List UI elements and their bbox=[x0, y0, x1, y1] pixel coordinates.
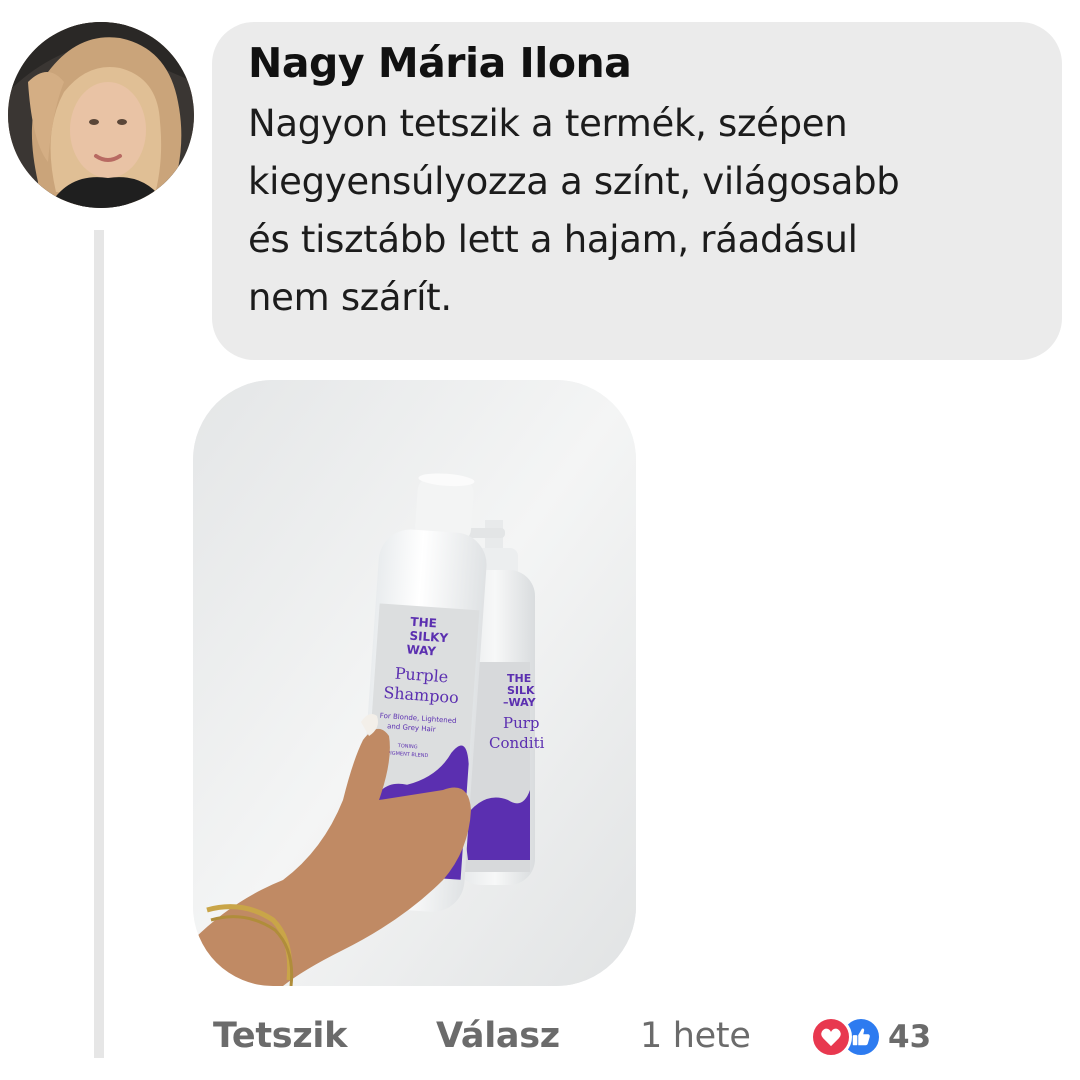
comment-bubble: Nagy Mária Ilona Nagyon tetszik a termék… bbox=[212, 22, 1062, 360]
avatar-photo bbox=[8, 22, 194, 208]
svg-text:WAY: WAY bbox=[406, 642, 437, 658]
comment-line: és tisztább lett a hajam, ráadásul bbox=[248, 218, 858, 262]
svg-text:Conditi: Conditi bbox=[489, 734, 545, 752]
svg-text:Purp: Purp bbox=[503, 714, 540, 732]
shampoo-name: Purple bbox=[394, 664, 449, 687]
thread-connector bbox=[94, 230, 104, 1058]
comment-line: kiegyensúlyozza a színt, világosabb bbox=[248, 160, 900, 204]
comment-text: Nagyon tetszik a termék, szépen kiegyens… bbox=[248, 95, 1026, 327]
comment-author[interactable]: Nagy Mária Ilona bbox=[248, 38, 1026, 89]
comment-timestamp[interactable]: 1 hete bbox=[640, 1012, 751, 1060]
comment-line: nem szárít. bbox=[248, 276, 452, 320]
attached-photo[interactable]: THE SILK –WAY Purp Conditi THE SILKY WAY… bbox=[193, 380, 636, 986]
reaction-summary[interactable]: 43 bbox=[810, 1014, 931, 1060]
svg-text:–WAY: –WAY bbox=[503, 696, 537, 709]
comment-line: Nagyon tetszik a termék, szépen bbox=[248, 102, 848, 146]
heart-icon bbox=[810, 1016, 852, 1058]
like-button[interactable]: Tetszik bbox=[213, 1012, 347, 1060]
reply-button[interactable]: Válasz bbox=[436, 1012, 560, 1060]
reaction-count: 43 bbox=[888, 1019, 932, 1055]
product-photo: THE SILK –WAY Purp Conditi THE SILKY WAY… bbox=[193, 380, 636, 986]
avatar[interactable] bbox=[8, 22, 194, 208]
